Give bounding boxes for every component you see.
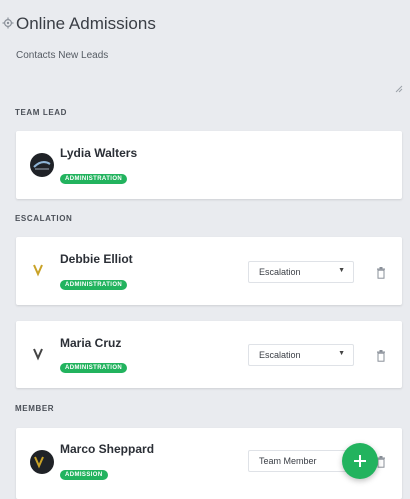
description-field[interactable]: Contacts New Leads (16, 50, 108, 61)
section-label-team-lead: TEAM LEAD (15, 108, 68, 117)
role-select-value: Team Member (259, 456, 317, 466)
role-badge: ADMINISTRATION (60, 174, 128, 184)
member-name: Maria Cruz (60, 336, 122, 350)
role-select-value: Escalation (259, 267, 301, 277)
member-name: Debbie Elliot (60, 252, 133, 266)
avatar (30, 259, 54, 283)
verity-logo-icon (33, 264, 51, 277)
role-select[interactable]: Escalation ▼ (248, 344, 354, 366)
page-header: Online Admissions Contacts New Leads (0, 0, 410, 93)
verity-logo-icon (33, 348, 43, 361)
role-badge: ADMINISTRATION (60, 363, 128, 373)
role-badge: ADMINISTRATION (60, 280, 128, 290)
role-select-value: Escalation (259, 350, 301, 360)
page-title: Online Admissions (16, 14, 156, 33)
role-select[interactable]: Escalation ▼ (248, 261, 354, 283)
resize-handle-icon[interactable] (395, 85, 403, 93)
member-name: Marco Sheppard (60, 442, 155, 456)
member-name: Lydia Walters (60, 146, 138, 160)
add-member-button[interactable] (342, 443, 378, 479)
trash-icon[interactable] (376, 350, 386, 362)
team-lead-card[interactable]: Lydia Walters ADMINISTRATION (16, 131, 402, 199)
role-badge: ADMISSION (60, 470, 108, 480)
section-label-escalation: ESCALATION (15, 214, 73, 223)
section-label-member: MEMBER (15, 404, 55, 413)
avatar (30, 450, 54, 474)
escalation-card[interactable]: Maria Cruz ADMINISTRATION Escalation ▼ (16, 321, 402, 388)
avatar (30, 343, 54, 367)
chevron-down-icon: ▼ (338, 267, 345, 274)
avatar-logo-icon (33, 161, 51, 170)
verity-logo-icon (34, 456, 44, 469)
role-select[interactable]: Team Member (248, 450, 354, 472)
avatar (30, 153, 54, 177)
plus-icon (354, 455, 366, 467)
escalation-card[interactable]: Debbie Elliot ADMINISTRATION Escalation … (16, 237, 402, 305)
gear-icon[interactable] (2, 17, 14, 29)
chevron-down-icon: ▼ (338, 350, 345, 357)
trash-icon[interactable] (376, 267, 386, 279)
